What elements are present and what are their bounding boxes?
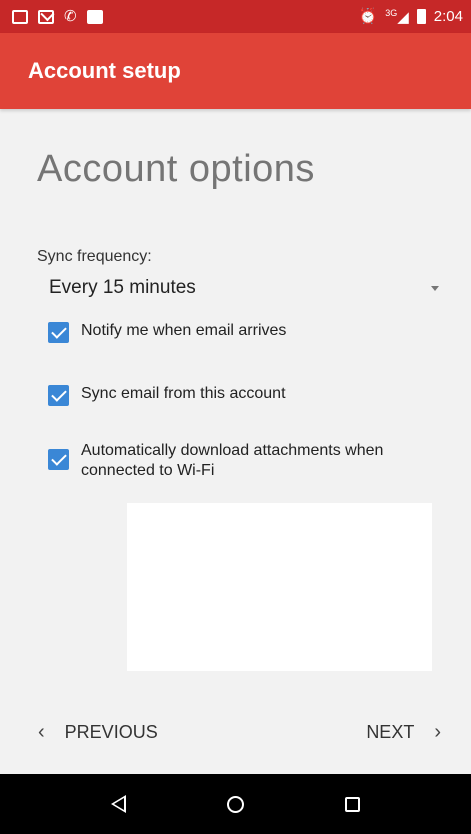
sync-frequency-dropdown[interactable]: Every 15 minutes [37,272,445,304]
app-bar: Account setup [0,33,471,109]
chevron-left-icon: ‹ [38,720,45,743]
sync-email-checkbox[interactable] [48,385,69,406]
battery-icon [416,9,426,24]
recents-icon[interactable] [345,796,361,812]
download-attachments-label: Automatically download attachments when … [81,442,384,479]
mail-icon [38,9,54,24]
network-type: 3G [385,7,398,18]
blank-panel [127,503,432,671]
next-label: NEXT [366,721,415,742]
download-attachments-checkbox[interactable] [48,449,69,470]
next-button[interactable]: NEXT › [366,721,441,744]
alarm-icon: ⏰ [358,8,378,25]
notify-label: Notify me when email arrives [81,322,287,339]
dropdown-arrow-icon [431,285,439,291]
notify-checkbox[interactable] [48,322,69,343]
download-attachments-option[interactable]: Automatically download attachments when … [48,441,441,481]
image-icon [12,9,28,24]
sync-frequency-value: Every 15 minutes [49,277,196,298]
notify-option[interactable]: Notify me when email arrives [48,321,441,343]
previous-label: PREVIOUS [64,721,158,742]
previous-button[interactable]: ‹ PREVIOUS [38,721,158,744]
signal-icon: 3G◢ [385,7,409,26]
sync-frequency-label: Sync frequency: [37,248,152,265]
status-bar: ✆ ⏰ 3G◢ 2:04 [0,0,471,33]
missed-call-icon: ✆ [64,8,77,25]
chevron-right-icon: › [434,720,441,743]
system-navigation-bar [0,774,471,834]
shopping-bag-icon [86,9,103,24]
status-time: 2:04 [433,8,463,25]
sync-email-option[interactable]: Sync email from this account [48,384,441,406]
wizard-footer: ‹ PREVIOUS NEXT › [0,700,471,764]
back-icon[interactable] [110,795,126,813]
home-icon[interactable] [226,795,244,813]
app-title: Account setup [28,58,181,83]
page-title: Account options [37,148,315,190]
sync-email-label: Sync email from this account [81,385,286,402]
